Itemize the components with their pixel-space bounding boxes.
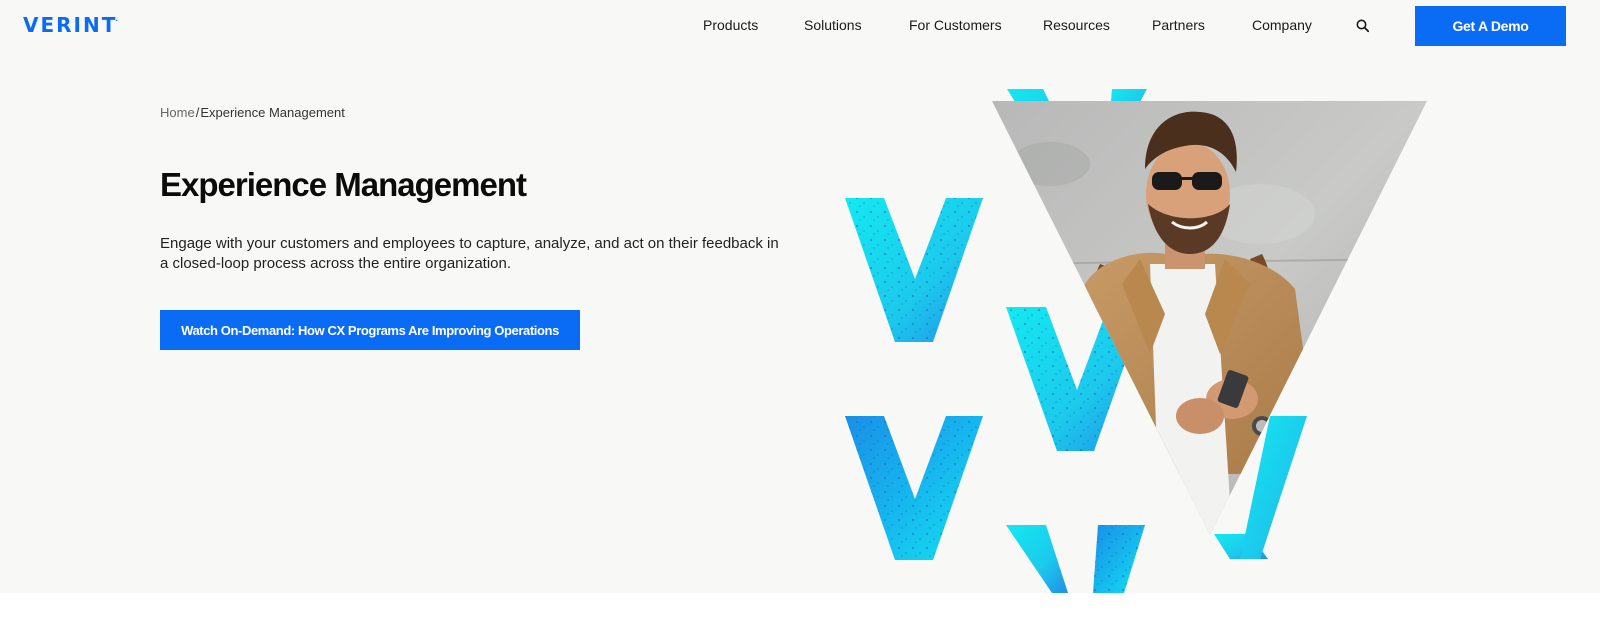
hero-photo <box>992 101 1427 535</box>
v-shape-left-lower <box>845 416 983 560</box>
nav-partners[interactable]: Partners <box>1152 17 1205 33</box>
nav-company[interactable]: Company <box>1252 17 1312 33</box>
search-icon[interactable] <box>1355 18 1371 34</box>
nav-resources[interactable]: Resources <box>1043 17 1110 33</box>
site-header: VERINT. Products Solutions For Customers… <box>0 0 1600 54</box>
logo-mark: . <box>115 15 119 23</box>
verint-logo[interactable]: VERINT. <box>23 13 120 37</box>
page-lower-area <box>0 593 1600 640</box>
hero-section: Home/Experience Management Experience Ma… <box>0 54 1600 593</box>
nav-for-customers[interactable]: For Customers <box>909 17 1002 33</box>
nav-solutions[interactable]: Solutions <box>804 17 862 33</box>
logo-text: VERINT <box>23 13 118 37</box>
page: VERINT. Products Solutions For Customers… <box>0 0 1600 640</box>
v-shape-left-upper <box>845 198 983 342</box>
nav-products[interactable]: Products <box>703 17 758 33</box>
get-a-demo-button[interactable]: Get A Demo <box>1415 6 1566 46</box>
v-shape-bottom-partial <box>1006 525 1145 593</box>
hero-illustration <box>845 89 1427 593</box>
